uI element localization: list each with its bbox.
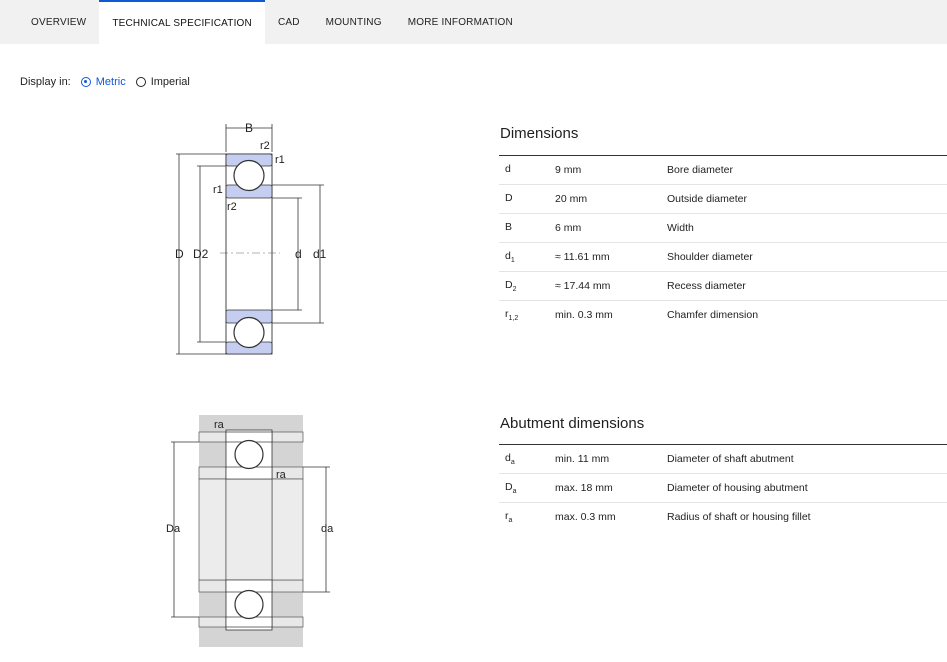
abutment-title: Abutment dimensions xyxy=(500,415,645,432)
dimensions-title: Dimensions xyxy=(500,125,579,142)
label-r1-left: r1 xyxy=(213,184,223,196)
description: Chamfer dimension xyxy=(667,309,759,321)
value: ≈ 17.44 mm xyxy=(555,271,667,301)
label-D: D xyxy=(175,247,184,261)
value: max. 18 mm xyxy=(555,473,667,503)
value: max. 0.3 mm xyxy=(555,511,616,523)
symbol-sub: a xyxy=(512,488,517,496)
tab-bar: OVERVIEW TECHNICAL SPECIFICATION CAD MOU… xyxy=(0,0,947,44)
table-row: ra max. 0.3 mm Radius of shaft or housin… xyxy=(499,503,947,532)
description: Radius of shaft or housing fillet xyxy=(667,511,811,523)
table-row: D 20 mm Outside diameter xyxy=(499,184,947,214)
description: Diameter of housing abutment xyxy=(667,473,947,503)
symbol: D xyxy=(505,278,513,291)
label-r2-left: r2 xyxy=(227,201,237,213)
display-in-label: Display in: xyxy=(20,76,71,88)
table-row: D2 ≈ 17.44 mm Recess diameter xyxy=(499,271,947,301)
description: Width xyxy=(667,213,947,243)
table-row: Da max. 18 mm Diameter of housing abutme… xyxy=(499,473,947,503)
label-ra-top: ra xyxy=(214,419,225,431)
symbol: D xyxy=(505,480,513,493)
table-row: B 6 mm Width xyxy=(499,213,947,243)
description: Shoulder diameter xyxy=(667,242,947,272)
symbol: d xyxy=(505,162,511,175)
symbol-sub: 2 xyxy=(512,286,517,294)
abutment-dimension-drawing: ra ra Da da xyxy=(166,415,334,647)
description: Outside diameter xyxy=(667,184,947,214)
metric-label: Metric xyxy=(95,76,126,88)
metric-radio[interactable]: Metric xyxy=(80,76,126,88)
imperial-label: Imperial xyxy=(150,76,190,88)
value: min. 11 mm xyxy=(555,444,667,474)
table-row: d 9 mm Bore diameter xyxy=(499,155,947,185)
value: min. 0.3 mm xyxy=(555,309,613,321)
value: ≈ 11.61 mm xyxy=(555,242,667,272)
label-r2-top: r2 xyxy=(260,140,270,152)
tab-mounting[interactable]: MOUNTING xyxy=(313,0,395,44)
unit-selector: Display in: Metric Imperial xyxy=(20,76,190,88)
tab-cad[interactable]: CAD xyxy=(265,0,313,44)
table-row: r1,2 min. 0.3 mm Chamfer dimension xyxy=(499,301,947,330)
symbol: B xyxy=(505,220,513,233)
label-B: B xyxy=(245,121,253,135)
dimensions-table: d 9 mm Bore diameter D 20 mm Outside dia… xyxy=(499,155,947,329)
label-da: da xyxy=(321,523,334,535)
symbol: D xyxy=(505,191,513,204)
description: Recess diameter xyxy=(667,271,947,301)
value: 6 mm xyxy=(555,213,667,243)
imperial-radio[interactable]: Imperial xyxy=(135,76,190,88)
tab-more-information[interactable]: MORE INFORMATION xyxy=(395,0,526,44)
radio-selected-icon xyxy=(80,77,91,87)
bearing-dimension-drawing: B r2 r1 r1 r2 D D2 d d1 xyxy=(175,121,327,355)
tab-technical-specification[interactable]: TECHNICAL SPECIFICATION xyxy=(99,0,265,44)
symbol-sub: 1,2 xyxy=(508,315,519,323)
description: Diameter of shaft abutment xyxy=(667,444,947,474)
radio-unselected-icon xyxy=(135,77,146,87)
table-row: d1 ≈ 11.61 mm Shoulder diameter xyxy=(499,242,947,272)
tab-overview[interactable]: OVERVIEW xyxy=(0,0,99,44)
label-d: d xyxy=(295,247,302,261)
description: Bore diameter xyxy=(667,155,947,185)
table-row: da min. 11 mm Diameter of shaft abutment xyxy=(499,444,947,474)
value: 20 mm xyxy=(555,184,667,214)
abutment-table: da min. 11 mm Diameter of shaft abutment… xyxy=(499,444,947,531)
symbol-sub: a xyxy=(508,517,513,525)
label-D2: D2 xyxy=(193,247,209,261)
label-ra-mid: ra xyxy=(276,469,287,481)
label-Da: Da xyxy=(166,523,181,535)
label-r1-top: r1 xyxy=(275,154,285,166)
symbol-sub: a xyxy=(510,459,515,467)
value: 9 mm xyxy=(555,155,667,185)
symbol-sub: 1 xyxy=(510,257,515,265)
label-d1: d1 xyxy=(313,247,327,261)
